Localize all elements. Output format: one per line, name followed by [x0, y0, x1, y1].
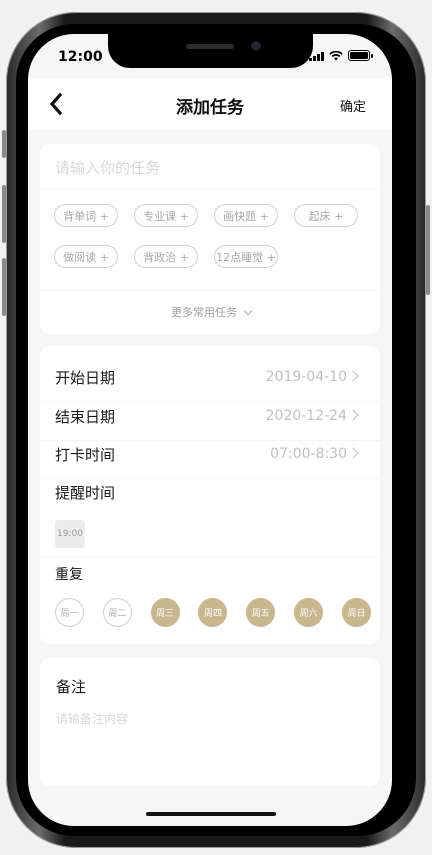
repeat-day-toggle[interactable]: 周日	[341, 598, 371, 627]
task-chip[interactable]: 背政治 +	[134, 245, 198, 268]
divider	[40, 556, 380, 557]
camera	[251, 41, 261, 51]
repeat-label: 重复	[55, 567, 83, 583]
task-chip[interactable]: 背单词 +	[54, 204, 118, 227]
start-date-row[interactable]: 开始日期 2019-04-10	[55, 358, 365, 396]
repeat-day-list: 周一 周二 周三 周四 周五 周六 周日	[55, 598, 371, 627]
page-title: 添加任务	[176, 98, 244, 118]
task-card: 背单词 + 专业课 + 画快题 + 起床 + 做阅读 + 背政治 + 12点睡觉…	[40, 144, 380, 334]
reminder-time-row: 提醒时间	[55, 473, 365, 511]
task-input[interactable]	[55, 156, 365, 180]
task-chip[interactable]: 画快题 +	[214, 204, 278, 227]
checkin-time-label: 打卡时间	[55, 445, 116, 464]
chevron-right-icon	[347, 370, 359, 382]
start-date-value: 2019-04-10	[265, 369, 347, 385]
speaker	[186, 44, 234, 49]
more-tasks-label: 更多常用任务	[171, 306, 237, 319]
task-chip[interactable]: 起床 +	[294, 204, 358, 227]
screen: 12:00 添加任务 确定 背单词 + 专业	[28, 34, 392, 826]
home-indicator	[146, 812, 276, 816]
chevron-down-icon	[243, 306, 253, 316]
end-date-label: 结束日期	[55, 407, 116, 426]
task-chip[interactable]: 12点睡觉 +	[214, 245, 278, 268]
repeat-day-toggle[interactable]: 周四	[198, 598, 228, 627]
nav-bar: 添加任务 确定	[28, 78, 392, 130]
repeat-day-toggle[interactable]: 周一	[55, 598, 84, 627]
more-tasks-button[interactable]: 更多常用任务	[40, 304, 380, 320]
mute-switch	[2, 130, 6, 158]
task-chip[interactable]: 专业课 +	[134, 204, 198, 227]
repeat-day-toggle[interactable]: 周三	[150, 598, 180, 627]
wifi-icon	[329, 50, 343, 61]
end-date-row[interactable]: 结束日期 2020-12-24	[55, 397, 365, 435]
divider	[40, 188, 380, 189]
battery-icon	[348, 50, 373, 61]
reminder-time-label: 提醒时间	[55, 483, 116, 502]
note-input[interactable]	[56, 710, 364, 770]
reminder-time-tag[interactable]: 19:00	[55, 520, 85, 548]
volume-down-button	[2, 258, 6, 316]
repeat-day-toggle[interactable]: 周五	[246, 598, 276, 627]
confirm-button[interactable]: 确定	[340, 96, 366, 115]
status-time: 12:00	[58, 49, 103, 65]
notch	[108, 34, 313, 68]
status-icons	[309, 50, 373, 61]
checkin-time-row[interactable]: 打卡时间 07:00-8:30	[55, 435, 365, 473]
power-button	[426, 205, 430, 295]
start-date-label: 开始日期	[55, 368, 116, 387]
note-card: 备注	[40, 658, 380, 786]
chevron-right-icon	[347, 409, 359, 421]
task-chip[interactable]: 做阅读 +	[54, 245, 118, 268]
schedule-card: 开始日期 2019-04-10 结束日期 2020-12-24 打卡时间 07:…	[40, 346, 380, 644]
repeat-day-toggle[interactable]: 周六	[294, 598, 324, 627]
note-label: 备注	[56, 678, 87, 696]
repeat-day-toggle[interactable]: 周二	[102, 598, 132, 627]
volume-up-button	[2, 185, 6, 243]
end-date-value: 2020-12-24	[265, 408, 347, 424]
chevron-right-icon	[347, 447, 359, 459]
checkin-time-value: 07:00-8:30	[270, 446, 347, 462]
task-chip-list: 背单词 + 专业课 + 画快题 + 起床 + 做阅读 + 背政治 + 12点睡觉…	[54, 204, 374, 268]
divider	[40, 290, 380, 291]
